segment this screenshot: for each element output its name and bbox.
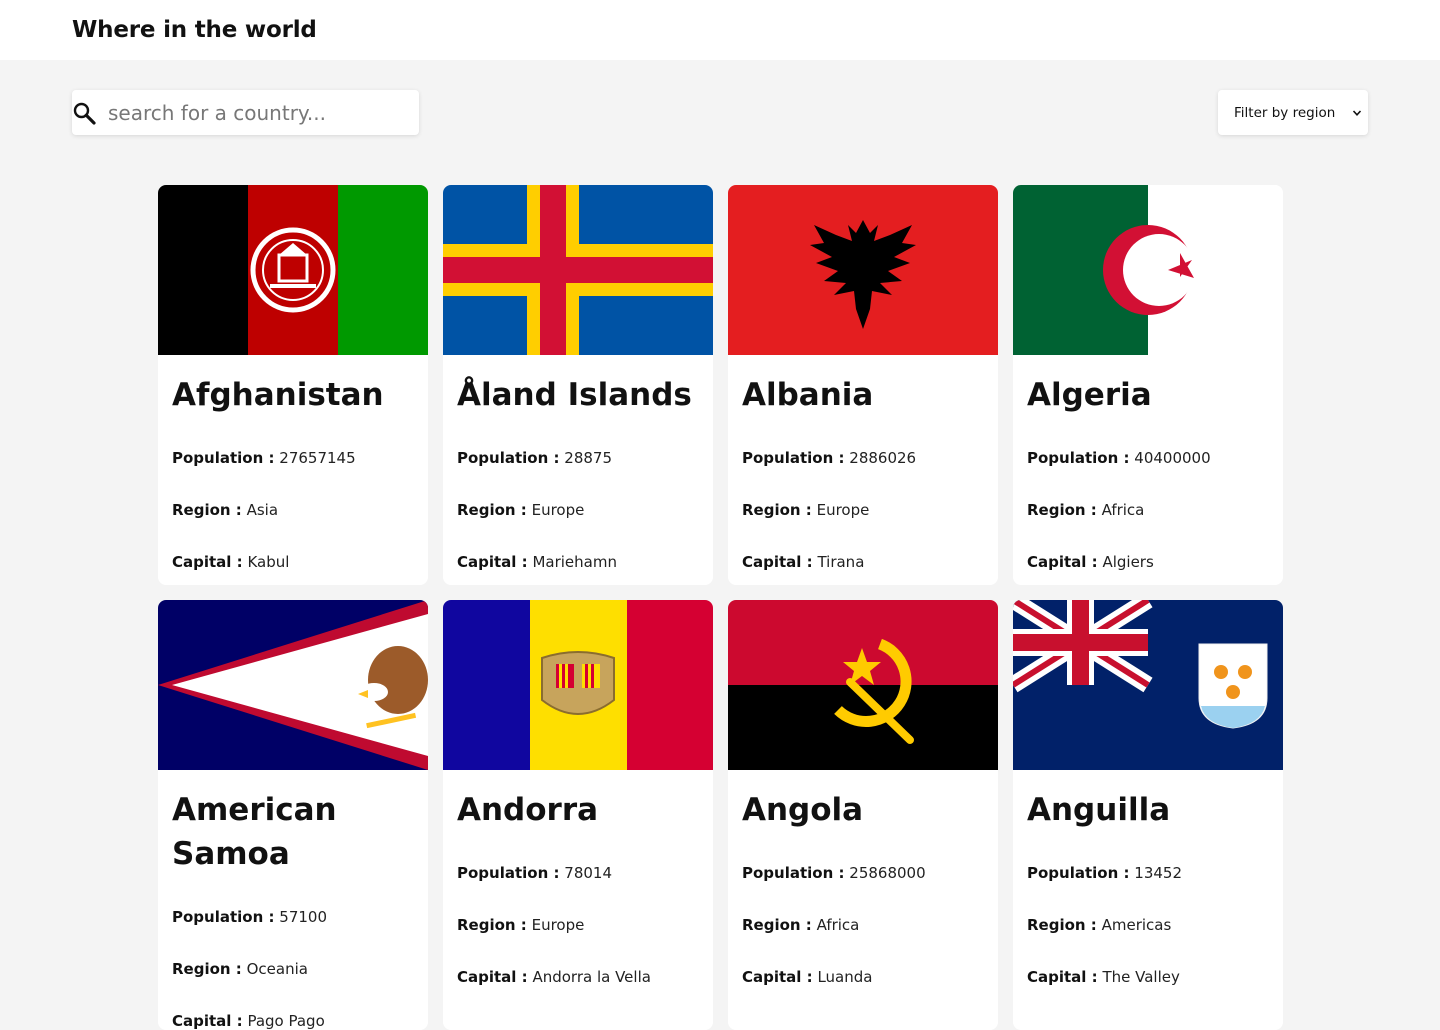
country-card[interactable]: Åland Islands Population : 28875 Region …	[443, 185, 713, 585]
country-name: Andorra	[457, 792, 599, 828]
toolbar: Filter by region	[0, 60, 1440, 185]
region-value: Europe	[816, 501, 870, 519]
capital-label: Capital :	[742, 553, 813, 571]
angola-flag-icon	[728, 600, 998, 770]
american-samoa-flag-icon	[158, 600, 428, 770]
region-value: Americas	[1101, 916, 1172, 934]
region-value: Europe	[531, 916, 585, 934]
population-value: 2886026	[849, 449, 917, 467]
region-label: Region :	[457, 916, 527, 934]
albania-flag-icon	[728, 185, 998, 355]
search-icon	[73, 102, 96, 125]
country-card[interactable]: Algeria Population : 40400000 Region : A…	[1013, 185, 1283, 585]
population-label: Population :	[457, 864, 560, 882]
search-box[interactable]	[72, 90, 419, 135]
population-label: Population :	[1027, 864, 1130, 882]
population-value: 40400000	[1134, 449, 1211, 467]
region-label: Region :	[742, 501, 812, 519]
app-header: Where in the world	[0, 0, 1440, 60]
region-label: Region :	[172, 501, 242, 519]
country-name: Algeria	[1027, 377, 1152, 413]
region-value: Africa	[816, 916, 860, 934]
country-card[interactable]: Angola Population : 25868000 Region : Af…	[728, 600, 998, 1030]
country-name: Afghanistan	[172, 377, 384, 413]
capital-label: Capital :	[742, 968, 813, 986]
capital-label: Capital :	[172, 1012, 243, 1030]
region-label: Region :	[742, 916, 812, 934]
country-name: American Samoa	[172, 792, 337, 872]
anguilla-flag-icon	[1013, 600, 1283, 770]
capital-value: The Valley	[1102, 968, 1180, 986]
capital-value: Luanda	[817, 968, 873, 986]
afghanistan-flag-icon	[158, 185, 428, 355]
population-value: 78014	[564, 864, 612, 882]
population-label: Population :	[742, 864, 845, 882]
population-label: Population :	[742, 449, 845, 467]
region-label: Region :	[1027, 916, 1097, 934]
population-value: 27657145	[279, 449, 356, 467]
capital-value: Tirana	[817, 553, 865, 571]
country-card[interactable]: Afghanistan Population : 27657145 Region…	[158, 185, 428, 585]
country-card[interactable]: Andorra Population : 78014 Region : Euro…	[443, 600, 713, 1030]
region-value: Asia	[246, 501, 279, 519]
population-value: 28875	[564, 449, 612, 467]
capital-value: Kabul	[247, 553, 290, 571]
capital-value: Mariehamn	[532, 553, 617, 571]
region-value: Europe	[531, 501, 585, 519]
region-value: Africa	[1101, 501, 1145, 519]
capital-label: Capital :	[1027, 968, 1098, 986]
capital-label: Capital :	[172, 553, 243, 571]
country-name: Albania	[742, 377, 874, 413]
population-label: Population :	[172, 449, 275, 467]
country-card[interactable]: Anguilla Population : 13452 Region : Ame…	[1013, 600, 1283, 1030]
capital-label: Capital :	[1027, 553, 1098, 571]
search-input[interactable]	[108, 90, 408, 135]
page-title: Where in the world	[72, 17, 317, 43]
country-name: Anguilla	[1027, 792, 1171, 828]
country-card[interactable]: Albania Population : 2886026 Region : Eu…	[728, 185, 998, 585]
capital-value: Algiers	[1102, 553, 1154, 571]
aland-islands-flag-icon	[443, 185, 713, 355]
population-value: 25868000	[849, 864, 926, 882]
capital-value: Andorra la Vella	[532, 968, 651, 986]
country-card[interactable]: American Samoa Population : 57100 Region…	[158, 600, 428, 1030]
region-value: Oceania	[246, 960, 308, 978]
population-label: Population :	[457, 449, 560, 467]
filter-label: Filter by region	[1234, 104, 1336, 121]
region-label: Region :	[172, 960, 242, 978]
algeria-flag-icon	[1013, 185, 1283, 355]
country-name: Åland Islands	[457, 377, 692, 413]
region-filter-select[interactable]: Filter by region	[1218, 90, 1368, 135]
population-value: 13452	[1134, 864, 1182, 882]
capital-value: Pago Pago	[247, 1012, 325, 1030]
capital-label: Capital :	[457, 968, 528, 986]
population-label: Population :	[1027, 449, 1130, 467]
chevron-down-icon	[1352, 109, 1362, 116]
region-label: Region :	[457, 501, 527, 519]
region-label: Region :	[1027, 501, 1097, 519]
capital-label: Capital :	[457, 553, 528, 571]
population-value: 57100	[279, 908, 327, 926]
andorra-flag-icon	[443, 600, 713, 770]
country-name: Angola	[742, 792, 864, 828]
population-label: Population :	[172, 908, 275, 926]
